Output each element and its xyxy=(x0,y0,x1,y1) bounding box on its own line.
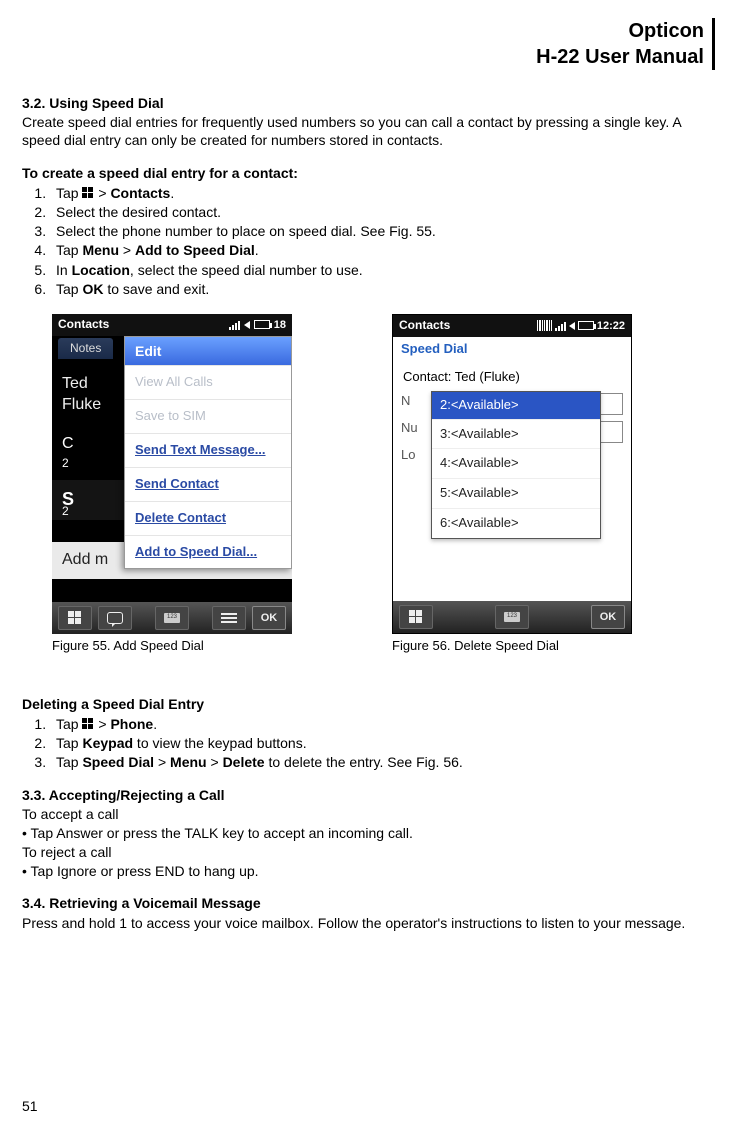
figure-56-caption: Figure 56. Delete Speed Dial xyxy=(392,638,632,655)
windows-icon xyxy=(82,187,94,199)
keyboard-button[interactable]: 123 xyxy=(155,606,189,630)
shot1-topbar: Contacts 18 xyxy=(52,314,292,336)
dropdown-option-6[interactable]: 6:<Available> xyxy=(432,508,600,538)
menu-item-view-all-calls: View All Calls xyxy=(125,365,291,399)
messaging-button[interactable] xyxy=(98,606,132,630)
step-2: Select the desired contact. xyxy=(50,203,715,221)
step-4: Tap Menu > Add to Speed Dial. xyxy=(50,241,715,259)
menu-button[interactable] xyxy=(212,606,246,630)
dropdown-option-2[interactable]: 2:<Available> xyxy=(432,392,600,419)
windows-icon xyxy=(82,718,94,730)
contact-row-c[interactable]: C 2 xyxy=(52,434,124,455)
shot2-bottombar: 123 OK xyxy=(393,601,631,633)
shot1-bottombar: 123 OK xyxy=(52,602,292,634)
create-speed-dial-heading: To create a speed dial entry for a conta… xyxy=(22,164,715,182)
dropdown-option-5[interactable]: 5:<Available> xyxy=(432,478,600,508)
del-step-3: Tap Speed Dial > Menu > Delete to delete… xyxy=(50,753,715,771)
deleting-heading: Deleting a Speed Dial Entry xyxy=(22,695,715,713)
context-menu: Edit View All Calls Save to SIM Send Tex… xyxy=(124,336,292,570)
screenshot-delete-speed-dial: Contacts 12:22 Speed Dial Contact: Ted (… xyxy=(392,314,632,634)
location-dropdown[interactable]: 2:<Available> 3:<Available> 4:<Available… xyxy=(431,391,601,539)
section-3-4-body: Press and hold 1 to access your voice ma… xyxy=(22,914,715,932)
section-3-3-title: 3.3. Accepting/Rejecting a Call xyxy=(22,786,715,804)
signal-icon xyxy=(555,321,566,331)
keyboard-button[interactable]: 123 xyxy=(495,605,529,629)
figure-56: Contacts 12:22 Speed Dial Contact: Ted (… xyxy=(392,314,632,655)
step-1: Tap > Contacts. xyxy=(50,184,715,202)
shot1-title: Contacts xyxy=(58,317,109,333)
header-line1: Opticon xyxy=(22,18,704,44)
dropdown-option-4[interactable]: 4:<Available> xyxy=(432,448,600,478)
barcode-icon xyxy=(537,320,552,331)
contact-row-s[interactable]: S 2 xyxy=(52,480,124,520)
shot2-title: Contacts xyxy=(399,318,450,334)
step-6: Tap OK to save and exit. xyxy=(50,280,715,298)
section-3-2-title: 3.2. Using Speed Dial xyxy=(22,94,715,112)
page-header: Opticon H-22 User Manual xyxy=(22,18,715,70)
reject-call-b: • Tap Ignore or press END to hang up. xyxy=(22,862,715,880)
del-step-2: Tap Keypad to view the keypad buttons. xyxy=(50,734,715,752)
create-speed-dial-steps: Tap > Contacts. Select the desired conta… xyxy=(50,184,715,298)
menu-item-send-contact[interactable]: Send Contact xyxy=(125,467,291,501)
start-button[interactable] xyxy=(399,605,433,629)
ok-button[interactable]: OK xyxy=(252,606,286,630)
speaker-icon xyxy=(569,322,575,330)
accept-call-h: To accept a call xyxy=(22,805,715,823)
shot2-topbar: Contacts 12:22 xyxy=(393,315,631,337)
menu-item-add-to-speed-dial[interactable]: Add to Speed Dial... xyxy=(125,535,291,569)
battery-icon xyxy=(254,320,270,329)
section-3-4-title: 3.4. Retrieving a Voicemail Message xyxy=(22,894,715,912)
step-5: In Location, select the speed dial numbe… xyxy=(50,261,715,279)
del-step-1: Tap > Phone. xyxy=(50,715,715,733)
menu-item-delete-contact[interactable]: Delete Contact xyxy=(125,501,291,535)
ok-button[interactable]: OK xyxy=(591,605,625,629)
shot1-time: 18 xyxy=(274,318,286,332)
contact-name[interactable]: Ted Fluke xyxy=(52,374,124,416)
figures-row: Contacts 18 Notes Ted Fluke C 2 S 2 xyxy=(52,314,715,655)
step-3: Select the phone number to place on spee… xyxy=(50,222,715,240)
accept-call-b: • Tap Answer or press the TALK key to ac… xyxy=(22,824,715,842)
menu-item-save-to-sim: Save to SIM xyxy=(125,399,291,433)
figure-55-caption: Figure 55. Add Speed Dial xyxy=(52,638,292,655)
screenshot-add-speed-dial: Contacts 18 Notes Ted Fluke C 2 S 2 xyxy=(52,314,292,634)
speed-dial-subtitle: Speed Dial xyxy=(393,337,631,362)
figure-55: Contacts 18 Notes Ted Fluke C 2 S 2 xyxy=(52,314,292,655)
contact-line: Contact: Ted (Fluke) xyxy=(393,362,631,393)
shot2-time: 12:22 xyxy=(597,319,625,333)
deleting-steps: Tap > Phone. Tap Keypad to view the keyp… xyxy=(50,715,715,772)
battery-icon xyxy=(578,321,594,330)
notes-tab[interactable]: Notes xyxy=(58,338,113,360)
start-button[interactable] xyxy=(58,606,92,630)
page-number: 51 xyxy=(22,1097,38,1115)
section-3-2-intro: Create speed dial entries for frequently… xyxy=(22,113,715,149)
dropdown-option-3[interactable]: 3:<Available> xyxy=(432,419,600,449)
form-labels: N Nu Lo xyxy=(401,393,418,474)
shot2-status-icons: 12:22 xyxy=(537,319,625,333)
menu-item-send-text[interactable]: Send Text Message... xyxy=(125,433,291,467)
reject-call-h: To reject a call xyxy=(22,843,715,861)
shot1-status-icons: 18 xyxy=(229,318,286,332)
signal-icon xyxy=(229,320,240,330)
header-line2: H-22 User Manual xyxy=(22,44,704,70)
menu-item-edit[interactable]: Edit xyxy=(125,337,291,365)
speaker-icon xyxy=(244,321,250,329)
